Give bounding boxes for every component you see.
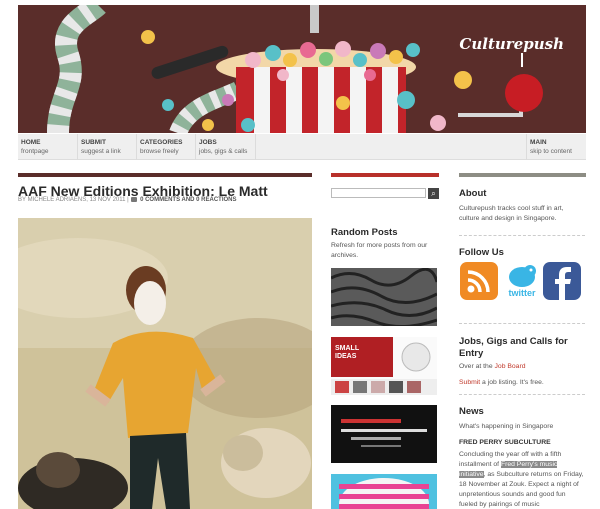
nav-title: MAIN <box>530 139 547 146</box>
search-input[interactable] <box>331 188 426 198</box>
article-hero-image[interactable] <box>18 218 312 509</box>
right-column-bar <box>459 173 586 177</box>
thumbnail-image <box>331 405 437 463</box>
divider <box>459 394 585 395</box>
nav-subtitle: frontpage <box>21 148 49 155</box>
follow-us-title: Follow Us <box>459 247 504 258</box>
divider <box>459 323 585 324</box>
main-navigation: HOME frontpage SUBMIT suggest a link CAT… <box>18 134 586 160</box>
news-body: Concluding the year off with a fifth ins… <box>459 450 585 509</box>
random-posts-description: Refresh for more posts from our archives… <box>331 242 428 259</box>
facebook-glyph <box>555 267 571 300</box>
job-board-link[interactable]: Job Board <box>495 363 526 370</box>
twitter-icon[interactable]: twitter <box>502 262 542 302</box>
nav-item-main[interactable]: MAIN skip to content <box>526 134 586 160</box>
random-post-thumbnail[interactable] <box>331 268 437 326</box>
nav-title: SUBMIT <box>81 139 106 146</box>
random-post-thumbnail[interactable]: SMALL IDEAS <box>331 337 437 395</box>
twitter-bird <box>509 265 536 287</box>
random-post-thumbnail[interactable] <box>331 474 437 509</box>
thumbnail-caption: SMALL IDEAS <box>335 345 359 360</box>
jobs-title: Jobs, Gigs and Calls for Entry <box>459 336 568 359</box>
article-comments-link[interactable]: 0 COMMENTS AND 0 REACTIONS <box>140 197 236 203</box>
nav-item-submit[interactable]: SUBMIT suggest a link <box>78 134 137 160</box>
nav-subtitle: jobs, gigs & calls <box>199 148 248 155</box>
middle-column-bar <box>331 173 439 177</box>
nav-item-home[interactable]: HOME frontpage <box>18 134 78 160</box>
header-banner[interactable]: Culturepush <box>18 5 586 133</box>
nav-title: CATEGORIES <box>140 139 183 146</box>
about-text: Culturepush tracks cool stuff in art, cu… <box>459 205 564 222</box>
nav-item-jobs[interactable]: JOBS jobs, gigs & calls <box>196 134 256 160</box>
main-column-bar <box>18 173 312 177</box>
thumbnail-image <box>331 474 437 509</box>
rss-icon[interactable] <box>460 262 498 300</box>
rss-glyph <box>467 270 490 293</box>
nav-subtitle: browse freely <box>140 148 179 155</box>
nav-item-categories[interactable]: CATEGORIES browse freely <box>137 134 196 160</box>
article-meta: BY MICHELE ADRIAENS, 13 NOV 2011 | 0 COM… <box>18 197 237 203</box>
jobs-line-2-text: a job listing. It's free. <box>482 379 544 386</box>
twitter-wordmark: twitter <box>508 288 536 298</box>
nav-subtitle: skip to content <box>530 148 572 155</box>
jobs-line-1-text: Over at the <box>459 363 493 370</box>
about-title: About <box>459 188 487 199</box>
news-title: News <box>459 406 484 417</box>
random-post-thumbnail[interactable] <box>331 405 437 463</box>
banner-illustration <box>18 5 586 133</box>
jobs-line-2: Submit a job listing. It's free. <box>459 378 544 388</box>
submit-job-link[interactable]: Submit <box>459 379 480 386</box>
divider <box>459 235 585 236</box>
news-subtitle: What's happening in Singapore <box>459 423 554 430</box>
thumbnail-image <box>331 268 437 326</box>
article-byline: BY MICHELE ADRIAENS, 13 NOV 2011 | <box>18 197 129 204</box>
random-posts-title: Random Posts <box>331 227 398 238</box>
search-button[interactable]: ⌕ <box>428 188 439 199</box>
site-logo[interactable]: Culturepush <box>459 35 564 53</box>
facebook-icon[interactable] <box>543 262 581 300</box>
nav-title: HOME <box>21 139 41 146</box>
painting-image <box>18 218 312 509</box>
nav-subtitle: suggest a link <box>81 148 121 155</box>
nav-title: JOBS <box>199 139 217 146</box>
jobs-line-1: Over at the Job Board <box>459 362 526 372</box>
comment-icon <box>131 197 138 202</box>
news-headline[interactable]: FRED PERRY SUBCULTURE <box>459 438 551 448</box>
